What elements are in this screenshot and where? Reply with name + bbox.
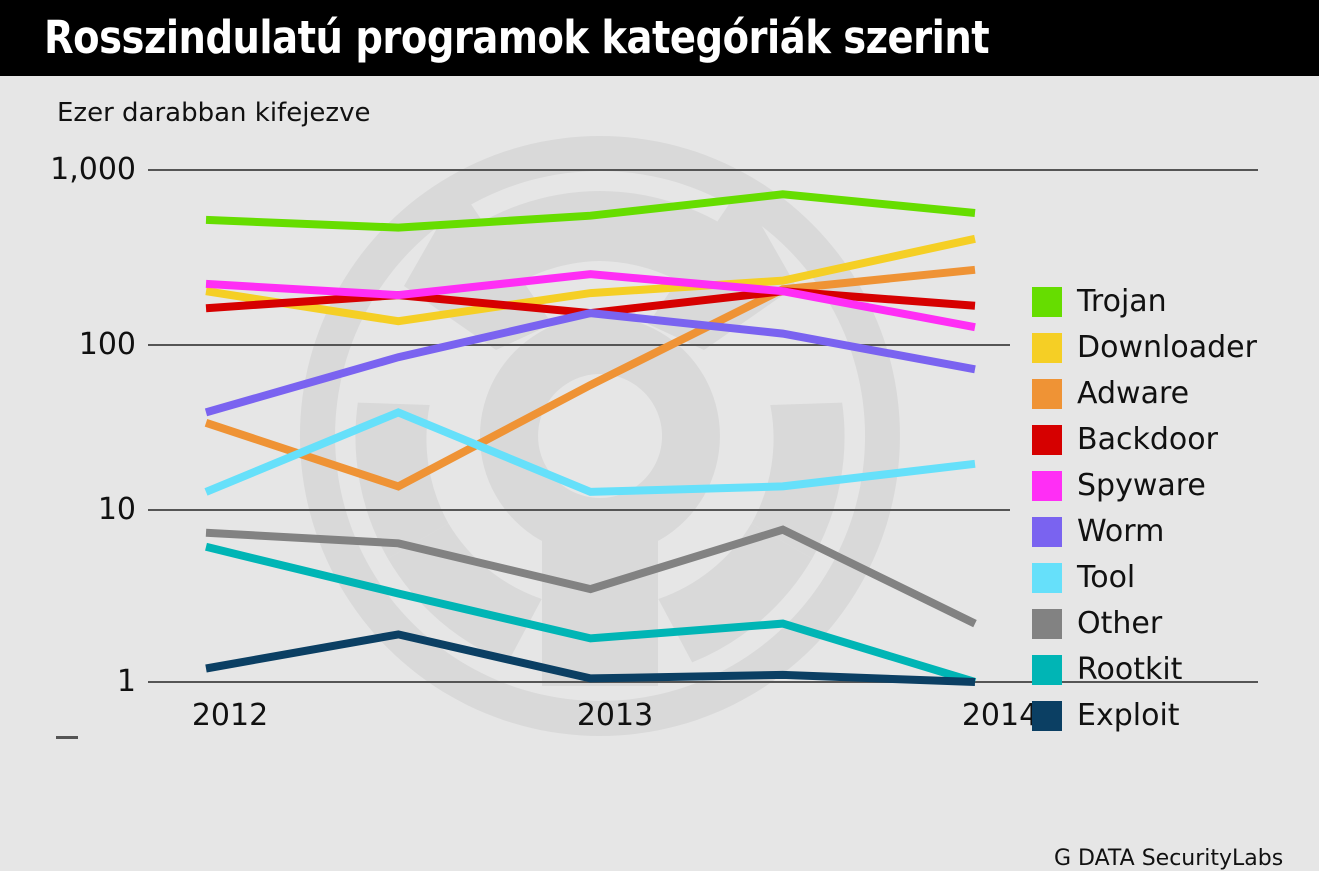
legend-item-rootkit[interactable]: Rootkit	[1032, 647, 1302, 693]
legend-item-label: Downloader	[1077, 330, 1257, 365]
legend-item-label: Adware	[1077, 376, 1190, 411]
legend-swatch-icon	[1032, 609, 1062, 639]
legend-swatch-icon	[1032, 563, 1062, 593]
x-tick-2012: 2012	[191, 698, 269, 733]
legend-item-spyware[interactable]: Spyware	[1032, 463, 1302, 509]
legend-swatch-icon	[1032, 701, 1062, 731]
legend-swatch-icon	[1032, 379, 1062, 409]
axis-tick-mark	[56, 736, 78, 739]
screenshot-root: Rosszindulatú programok kategóriák szeri…	[0, 0, 1319, 871]
legend-swatch-icon	[1032, 655, 1062, 685]
y-tick-100: 100	[78, 327, 136, 362]
legend-item-tool[interactable]: Tool	[1032, 555, 1302, 601]
source-credit: G DATA SecurityLabs	[1054, 846, 1284, 871]
legend-item-label: Backdoor	[1077, 422, 1218, 457]
legend-item-adware[interactable]: Adware	[1032, 371, 1302, 417]
legend-item-label: Spyware	[1077, 468, 1206, 503]
chart-legend: Trojan Downloader Adware Backdoor Spyware Wor…	[1032, 279, 1302, 739]
y-tick-1000: 1,000	[50, 152, 136, 187]
y-tick-1: 1	[116, 664, 136, 699]
page-title: Rosszindulatú programok kategóriák szeri…	[44, 11, 990, 64]
y-tick-10: 10	[97, 492, 136, 527]
legend-swatch-icon	[1032, 333, 1062, 363]
legend-item-label: Tool	[1077, 560, 1136, 595]
legend-item-label: Rootkit	[1077, 652, 1183, 687]
legend-item-trojan[interactable]: Trojan	[1032, 279, 1302, 325]
legend-item-worm[interactable]: Worm	[1032, 509, 1302, 555]
legend-swatch-icon	[1032, 517, 1062, 547]
title-bar: Rosszindulatú programok kategóriák szeri…	[0, 0, 1319, 76]
legend-swatch-icon	[1032, 425, 1062, 455]
legend-item-exploit[interactable]: Exploit	[1032, 693, 1302, 739]
legend-item-label: Other	[1077, 606, 1163, 641]
legend-item-label: Trojan	[1077, 284, 1167, 319]
chart-panel: Ezer darabban kifejezve 1,000 100 10 1 2…	[0, 76, 1319, 871]
legend-item-backdoor[interactable]: Backdoor	[1032, 417, 1302, 463]
legend-item-label: Worm	[1077, 514, 1165, 549]
legend-item-other[interactable]: Other	[1032, 601, 1302, 647]
x-tick-2013: 2013	[576, 698, 654, 733]
legend-item-downloader[interactable]: Downloader	[1032, 325, 1302, 371]
legend-item-label: Exploit	[1077, 698, 1180, 733]
legend-swatch-icon	[1032, 471, 1062, 501]
legend-swatch-icon	[1032, 287, 1062, 317]
